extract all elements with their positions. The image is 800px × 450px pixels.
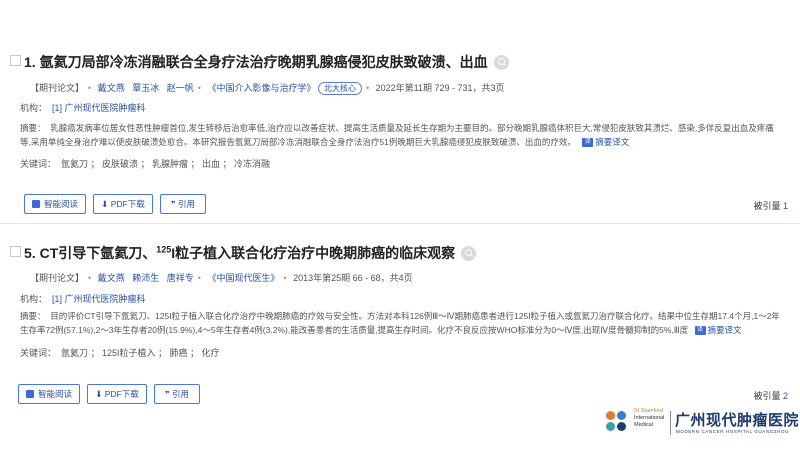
issue-info: 2013年第25期 66 - 68，共4页 (293, 273, 413, 283)
record-meta: 【期刊论文】 • 戴文燕 赖沛生 唐祥专 • 《中国现代医生》 • 2013年第25期… (30, 273, 413, 283)
logo-mark-icon (604, 409, 630, 435)
translate-icon: 译 (582, 138, 594, 148)
quote-icon: ❞ (171, 199, 176, 209)
type-label: 【期刊论文】 (30, 273, 85, 283)
record-title[interactable]: 1. 氩氦刀局部冷冻消融联合全身疗法治疗晚期乳腺癌侵犯皮肤致破溃、出血 (24, 52, 509, 72)
keywords-line: 关键词： 氩氦刀 ； 皮肤破溃 ； 乳腺肿瘤 ； 出血 ； 冷冻消融 (20, 159, 271, 169)
smart-read-button[interactable]: 智能阅读 (18, 384, 80, 404)
read-icon (25, 389, 34, 398)
record-meta: 【期刊论文】 • 戴文燕 覃玉冰 赵一帆 • 《中国介入影像与治疗学》 北大核心 • … (30, 82, 505, 95)
core-badge: 北大核心 (317, 82, 362, 95)
hospital-logo: St Stamford International Medical 广州现代肿瘤… (604, 408, 799, 440)
org-link[interactable]: [1] 广州现代医院肿瘤科 (52, 103, 146, 113)
cited-count: 被引量 1 (753, 201, 788, 211)
org-line: 机构： [1] 广州现代医院肿瘤科 (20, 103, 146, 113)
type-label: 【期刊论文】 (30, 83, 85, 93)
org-line: 机构： [1] 广州现代医院肿瘤科 (20, 294, 146, 304)
logo-chinese-name: 广州现代肿瘤医院 (675, 412, 800, 429)
read-icon (31, 199, 40, 208)
author-link[interactable]: 戴文燕 (98, 83, 125, 93)
author-link[interactable]: 唐祥专 (167, 273, 194, 283)
quote-icon: ❞ (165, 389, 170, 399)
translate-abstract-button[interactable]: 译摘要译文 (691, 325, 742, 336)
search-related-icon[interactable] (461, 245, 477, 261)
logo-english-name: MODERN CANCER HOSPITAL GUANGZHOU (676, 429, 789, 434)
org-link[interactable]: [1] 广州现代医院肿瘤科 (52, 294, 146, 304)
record-checkbox[interactable] (10, 55, 21, 66)
issue-info: 2022年第11期 729 - 731，共3页 (375, 83, 505, 93)
download-icon: ⬇ (101, 199, 109, 209)
record-checkbox[interactable] (10, 246, 21, 257)
author-link[interactable]: 覃玉冰 (132, 83, 159, 93)
author-link[interactable]: 戴文燕 (98, 273, 125, 283)
journal-link[interactable]: 《中国介入影像与治疗学》 (207, 83, 315, 93)
divider (0, 223, 800, 224)
keywords[interactable]: 氩氦刀 ； 皮肤破溃 ； 乳腺肿瘤 ； 出血 ； 冷冻消融 (61, 159, 270, 169)
keywords[interactable]: 氩氦刀 ； 125I粒子植入 ； 肺癌 ； 化疗 (61, 348, 220, 358)
smart-read-button[interactable]: 智能阅读 (24, 194, 86, 214)
translate-icon: 译 (694, 326, 706, 336)
abstract: 摘要： 乳腺癌发病率位居女性恶性肿瘤首位,发生转移后治愈率低,治疗应以改善症状、… (20, 123, 774, 148)
author-link[interactable]: 赖沛生 (132, 273, 159, 283)
keywords-line: 关键词： 氩氦刀 ； 125I粒子植入 ； 肺癌 ； 化疗 (20, 348, 220, 358)
journal-link[interactable]: 《中国现代医生》 (207, 273, 279, 283)
download-icon: ⬇ (95, 389, 103, 399)
abstract: 摘要： 目的评价CT引导下氩氦刀、125I粒子植入联合化疗治疗中晚期肺癌的疗效与… (20, 311, 780, 336)
translate-abstract-button[interactable]: 译摘要译文 (578, 137, 629, 148)
pdf-download-button[interactable]: ⬇ PDF下载 (87, 384, 147, 404)
cite-button[interactable]: ❞ 引用 (154, 384, 200, 404)
cited-count: 被引量 2 (753, 391, 788, 401)
cite-button[interactable]: ❞ 引用 (160, 194, 206, 214)
logo-english: St Stamford International Medical (634, 408, 665, 428)
author-link[interactable]: 赵一帆 (167, 83, 194, 93)
record-title[interactable]: 5. CT引导下氩氦刀、125I粒子植入联合化疗治疗中晚期肺癌的临床观察 (24, 243, 477, 263)
search-related-icon[interactable] (493, 54, 509, 70)
pdf-download-button[interactable]: ⬇ PDF下载 (93, 194, 153, 214)
